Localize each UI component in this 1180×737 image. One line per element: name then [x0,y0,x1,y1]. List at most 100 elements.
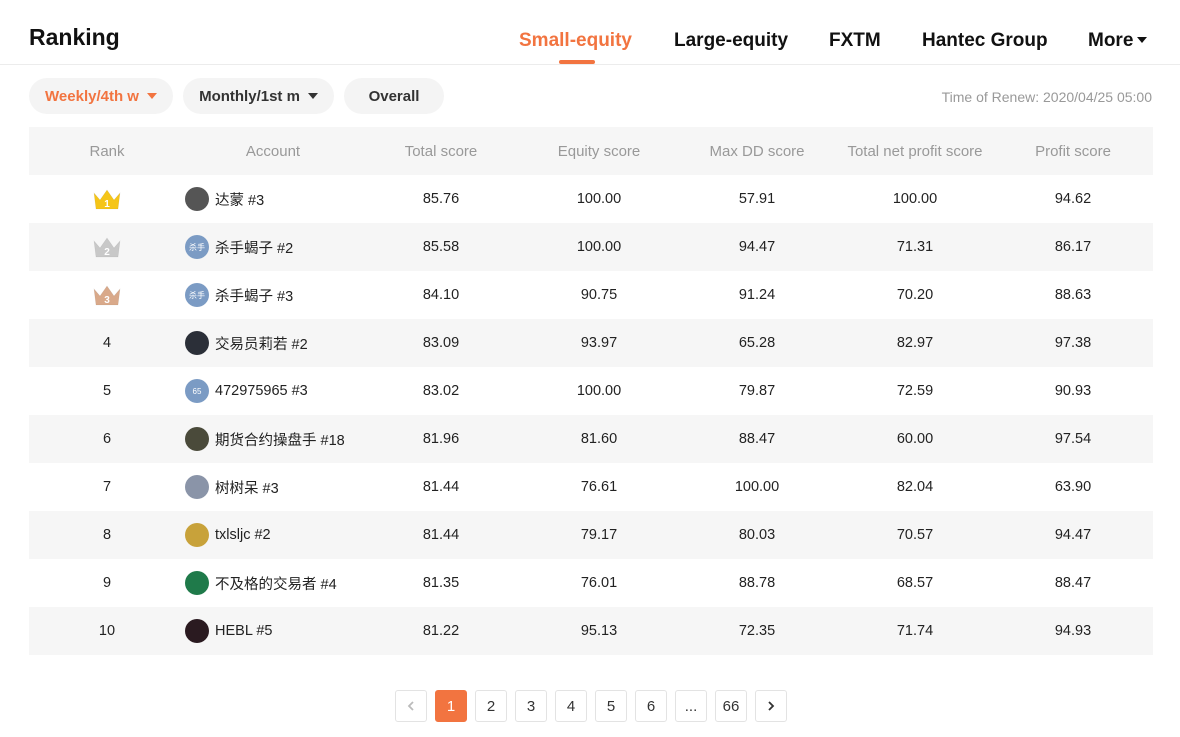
monthly-filter-button[interactable]: Monthly/1st m [183,78,334,114]
equity-score-cell: 100.00 [576,383,622,399]
page-button-5[interactable]: 5 [595,690,627,722]
page-button-4[interactable]: 4 [555,690,587,722]
account-link[interactable]: 杀手 杀手蝎子 #2 [185,235,293,259]
page-button-last[interactable]: 66 [715,690,747,722]
table-row: 2 杀手 杀手蝎子 #2 85.58 100.00 94.47 71.31 86.17 [29,223,1153,271]
column-header-max-dd-score: Max DD score [709,143,805,160]
equity-score-cell: 100.00 [576,239,622,255]
account-link[interactable]: 期货合约操盘手 #18 [185,427,345,451]
tab-more[interactable]: More [1088,30,1148,52]
max-dd-score-cell: 100.00 [734,479,780,495]
page-button-3[interactable]: 3 [515,690,547,722]
profit-score-cell: 88.63 [1054,287,1092,303]
ranking-table: Rank Account Total score Equity score Ma… [29,127,1153,655]
total-score-cell: 84.10 [422,287,460,303]
account-link[interactable]: 树树呆 #3 [185,475,279,499]
avatar: 杀手 [185,283,209,307]
max-dd-score-cell: 65.28 [738,335,776,351]
total-net-profit-score-cell: 70.20 [896,287,934,303]
prev-page-button[interactable] [395,690,427,722]
total-score-cell: 81.22 [422,623,460,639]
table-header: Rank Account Total score Equity score Ma… [29,127,1153,175]
weekly-filter-button[interactable]: Weekly/4th w [29,78,173,114]
max-dd-score-cell: 88.47 [738,431,776,447]
crown-bronze-icon: 3 [92,283,122,307]
tab-hantec-group[interactable]: Hantec Group [922,30,1048,52]
max-dd-score-cell: 88.78 [738,575,776,591]
equity-score-cell: 79.17 [580,527,618,543]
overall-filter-button[interactable]: Overall [344,78,444,114]
tab-more-label: More [1088,30,1134,51]
caret-down-icon [146,93,157,99]
renew-time: Time of Renew: 2020/04/25 05:00 [941,89,1152,105]
table-row: 8 txlsljc #2 81.44 79.17 80.03 70.57 94.47 [29,511,1153,559]
column-header-equity-score: Equity score [557,143,641,160]
account-link[interactable]: txlsljc #2 [185,523,271,547]
page-ellipsis-button[interactable]: ... [675,690,707,722]
column-header-total-score: Total score [404,143,478,160]
avatar [185,187,209,211]
account-name: 达蒙 #3 [215,192,265,209]
avatar [185,331,209,355]
total-score-cell: 85.76 [422,191,460,207]
avatar [185,475,209,499]
total-net-profit-score-cell: 68.57 [896,575,934,591]
total-score-cell: 81.44 [422,527,460,543]
avatar: 65 [185,379,209,403]
equity-score-cell: 76.61 [580,479,618,495]
account-name: 不及格的交易者 #4 [215,576,337,593]
header: Ranking Small-equity Large-equity FXTM H… [0,0,1180,65]
total-net-profit-score-cell: 82.04 [896,479,934,495]
crown-rank-number: 2 [104,247,110,258]
avatar [185,619,209,643]
tab-large-equity[interactable]: Large-equity [674,30,788,52]
weekly-filter-label: Weekly/4th w [45,87,139,105]
equity-score-cell: 95.13 [580,623,618,639]
page-button-1[interactable]: 1 [435,690,467,722]
rank-cell: 6 [102,431,112,447]
pagination: 1 2 3 4 5 6 ... 66 [0,690,1180,722]
account-name: 期货合约操盘手 #18 [215,432,345,449]
total-net-profit-score-cell: 100.00 [892,191,938,207]
account-name: 杀手蝎子 #2 [215,240,294,257]
account-name: HEBL #5 [215,623,273,639]
account-link[interactable]: 不及格的交易者 #4 [185,571,337,595]
rank-cell: 10 [98,623,116,639]
table-row: 3 杀手 杀手蝎子 #3 84.10 90.75 91.24 70.20 88.63 [29,271,1153,319]
crown-gold-icon: 1 [92,187,122,211]
max-dd-score-cell: 72.35 [738,623,776,639]
tab-fxtm[interactable]: FXTM [829,30,881,52]
avatar [185,427,209,451]
account-link[interactable]: HEBL #5 [185,619,273,643]
chevron-left-icon [407,701,414,711]
account-link[interactable]: 达蒙 #3 [185,187,264,211]
profit-score-cell: 94.47 [1054,527,1092,543]
column-header-profit-score: Profit score [1035,143,1111,160]
account-name: 472975965 #3 [215,383,308,399]
profit-score-cell: 97.54 [1054,431,1092,447]
crown-rank-number: 1 [104,199,110,210]
monthly-filter-label: Monthly/1st m [199,87,300,105]
page-button-6[interactable]: 6 [635,690,667,722]
next-page-button[interactable] [755,690,787,722]
max-dd-score-cell: 80.03 [738,527,776,543]
page-button-2[interactable]: 2 [475,690,507,722]
profit-score-cell: 94.93 [1054,623,1092,639]
total-net-profit-score-cell: 71.74 [896,623,934,639]
equity-score-cell: 76.01 [580,575,618,591]
rank-cell: 7 [102,479,112,495]
overall-filter-label: Overall [368,87,420,105]
account-link[interactable]: 杀手 杀手蝎子 #3 [185,283,293,307]
active-tab-indicator [559,60,595,64]
table-row: 10 HEBL #5 81.22 95.13 72.35 71.74 94.93 [29,607,1153,655]
table-row: 5 65 472975965 #3 83.02 100.00 79.87 72.59 90.9… [29,367,1153,415]
table-row: 1 达蒙 #3 85.76 100.00 57.91 100.00 94.62 [29,175,1153,223]
equity-score-cell: 93.97 [580,335,618,351]
profit-score-cell: 94.62 [1054,191,1092,207]
tab-small-equity[interactable]: Small-equity [519,30,632,52]
table-row: 9 不及格的交易者 #4 81.35 76.01 88.78 68.57 88.47 [29,559,1153,607]
total-net-profit-score-cell: 82.97 [896,335,934,351]
account-link[interactable]: 65 472975965 #3 [185,379,308,403]
avatar: 杀手 [185,235,209,259]
account-link[interactable]: 交易员莉若 #2 [185,331,308,355]
